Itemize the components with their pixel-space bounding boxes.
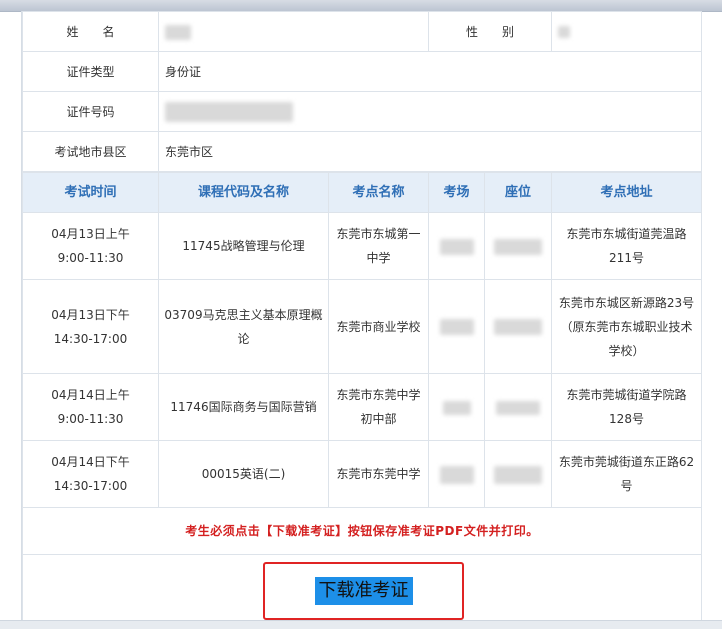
region-label: 考试地市县区: [22, 131, 159, 172]
header-seat: 座位: [484, 172, 552, 213]
gender-label: 性 别: [428, 11, 552, 52]
site-line: 初中部: [360, 412, 397, 426]
room-redacted: [439, 319, 474, 335]
seat-cell: [484, 279, 552, 374]
course-line: 03709马克思主义基本原理概: [164, 307, 323, 322]
header-site-name: 考点名称: [328, 172, 429, 213]
exam-schedule-table: 考试时间 课程代码及名称 考点名称 考场 座位 考点地址 04月13日上午 9:0…: [22, 172, 702, 623]
site-cell: 东莞市东莞中学: [328, 440, 429, 508]
header-exam-time: 考试时间: [22, 172, 159, 213]
name-redacted: [165, 24, 191, 40]
exam-date: 04月13日下午: [51, 307, 130, 322]
address-cell: 东莞市东城街道莞温路 211号: [551, 212, 702, 280]
exam-time-cell: 04月14日下午 14:30-17:00: [22, 440, 159, 508]
exam-date: 04月14日下午: [51, 455, 130, 469]
address-line: （原东莞市东城职业技术: [560, 319, 693, 334]
header-room: 考场: [428, 172, 485, 213]
course-cell: 11746国际商务与国际营销: [158, 373, 329, 441]
course-cell: 03709马克思主义基本原理概论: [158, 279, 329, 374]
address-line: 学校）: [608, 343, 645, 358]
room-redacted: [439, 465, 474, 484]
seat-redacted: [496, 400, 540, 415]
site-cell: 东莞市商业学校: [328, 279, 429, 374]
id-number-label: 证件号码: [22, 91, 159, 132]
exam-time: 9:00-11:30: [57, 412, 124, 426]
room-cell: [428, 212, 485, 280]
address-cell: 东莞市莞城街道东正路62 号: [551, 440, 702, 508]
table-row: 04月13日下午 14:30-17:00 03709马克思主义基本原理概论 东莞市…: [22, 279, 702, 374]
site-line: 东莞市东城第一: [336, 227, 421, 241]
exam-time: 14:30-17:00: [53, 331, 128, 346]
seat-cell: [484, 440, 552, 508]
exam-time-cell: 04月13日上午 9:00-11:30: [22, 212, 159, 280]
admission-ticket-panel: 姓 名 性 别 证件类型 身份证 证件号码 考试地市县区 东莞市区 考试时间 课…: [21, 11, 702, 628]
exam-time-cell: 04月13日下午 14:30-17:00: [22, 279, 159, 374]
address-cell: 东莞市东城区新源路23号 （原东莞市东城职业技术 学校）: [551, 279, 702, 374]
course-line: 论: [237, 331, 250, 346]
room-cell: [428, 373, 485, 441]
site-cell: 东莞市东莞中学 初中部: [328, 373, 429, 441]
address-line: 128号: [609, 412, 644, 426]
exam-time: 14:30-17:00: [53, 479, 128, 493]
site-line: 中学: [366, 251, 391, 265]
id-number-redacted: [165, 102, 293, 122]
seat-redacted: [494, 465, 542, 484]
course-cell: 11745战略管理与伦理: [158, 212, 329, 280]
gender-value: [551, 11, 702, 52]
seat-cell: [484, 212, 552, 280]
exam-date: 04月14日上午: [51, 388, 130, 402]
id-number-value: [158, 91, 702, 132]
schedule-header-row: 考试时间 课程代码及名称 考点名称 考场 座位 考点地址: [22, 172, 702, 213]
site-line: 东莞市东莞中学: [336, 388, 421, 402]
id-type-label: 证件类型: [22, 51, 159, 92]
header-site-address: 考点地址: [551, 172, 702, 213]
gender-redacted: [558, 26, 570, 38]
header-course: 课程代码及名称: [158, 172, 329, 213]
table-row: 04月13日上午 9:00-11:30 11745战略管理与伦理 东莞市东城第一中…: [22, 212, 702, 280]
room-cell: [428, 279, 485, 374]
seat-redacted: [494, 238, 542, 255]
room-redacted: [439, 238, 474, 255]
room-cell: [428, 440, 485, 508]
address-line: 号: [620, 479, 633, 493]
exam-date: 04月13日上午: [51, 227, 130, 241]
address-line: 东莞市莞城街道东正路62: [558, 455, 695, 469]
download-highlight-box: 下载准考证: [263, 562, 464, 620]
site-cell: 东莞市东城第一 中学: [328, 212, 429, 280]
name-value: [158, 11, 429, 52]
course-cell: 00015英语(二): [158, 440, 329, 508]
region-value: 东莞市区: [158, 131, 702, 172]
table-row: 04月14日上午 9:00-11:30 11746国际商务与国际营销 东莞市东莞中…: [22, 373, 702, 441]
address-line: 东莞市东城区新源路23号: [558, 295, 695, 310]
address-line: 211号: [609, 251, 644, 265]
download-admission-ticket-button[interactable]: 下载准考证: [314, 577, 413, 605]
exam-time-cell: 04月14日上午 9:00-11:30: [22, 373, 159, 441]
address-cell: 东莞市莞城街道学院路 128号: [551, 373, 702, 441]
seat-redacted: [494, 319, 542, 335]
exam-time: 9:00-11:30: [57, 251, 124, 265]
address-line: 东莞市莞城街道学院路: [566, 388, 687, 402]
notice-row: 考生必须点击【下载准考证】按钮保存准考证PDF文件并打印。: [22, 507, 702, 555]
table-row: 04月14日下午 14:30-17:00 00015英语(二) 东莞市东莞中学 东…: [22, 440, 702, 508]
download-notice: 考生必须点击【下载准考证】按钮保存准考证PDF文件并打印。: [22, 507, 702, 555]
id-type-value: 身份证: [158, 51, 702, 92]
name-label: 姓 名: [22, 11, 159, 52]
room-redacted: [442, 400, 471, 415]
seat-cell: [484, 373, 552, 441]
candidate-info-table: 姓 名 性 别 证件类型 身份证 证件号码 考试地市县区 东莞市区: [22, 11, 702, 172]
address-line: 东莞市东城街道莞温路: [566, 227, 687, 241]
